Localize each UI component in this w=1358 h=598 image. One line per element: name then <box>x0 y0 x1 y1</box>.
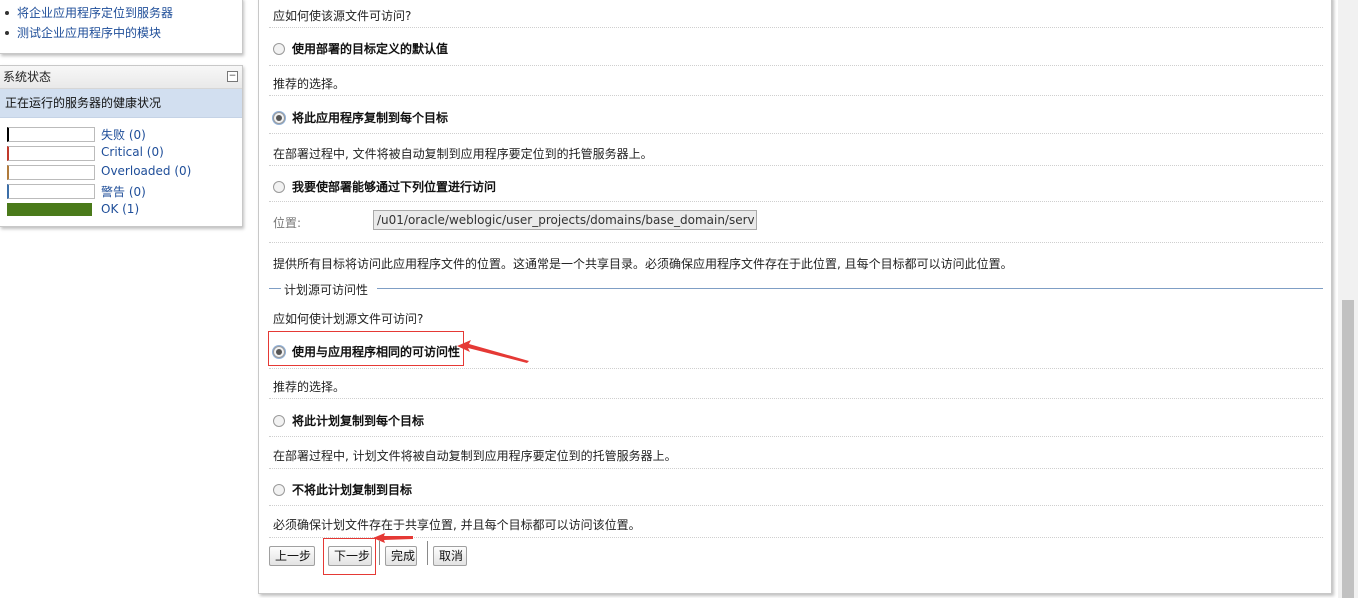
radio-default[interactable] <box>273 42 285 55</box>
divider <box>269 468 1323 469</box>
health-bar <box>7 184 95 199</box>
option-no-copy-plan[interactable]: 不将此计划复制到目标 <box>273 481 1323 498</box>
system-status-title: 系统状态 <box>3 70 52 84</box>
system-status-panel: 系统状态 − 正在运行的服务器的健康状况 失败 (0) Critical (0)… <box>0 65 243 227</box>
radio-copy-plan[interactable] <box>273 414 285 427</box>
link-target-servers[interactable]: 将企业应用程序定位到服务器 <box>17 6 173 20</box>
divider <box>269 436 1323 437</box>
divider <box>269 165 1323 166</box>
location-label: 位置: <box>273 216 302 230</box>
health-list: 失败 (0) Critical (0) Overloaded (0) 警告 (0… <box>0 118 242 219</box>
divider <box>269 505 1323 506</box>
divider <box>269 368 1323 369</box>
bullet-icon <box>5 30 9 35</box>
health-link-ok[interactable]: OK (1) <box>101 202 139 216</box>
plan-question: 应如何使计划源文件可访问? <box>273 312 424 326</box>
divider <box>269 242 1323 243</box>
plan-section-title: 计划源可访问性 <box>284 283 369 297</box>
divider <box>269 133 1323 134</box>
divider <box>269 398 1323 399</box>
source-recommended-note: 推荐的选择。 <box>273 77 346 91</box>
health-bar <box>7 127 95 142</box>
health-subtitle: 正在运行的服务器的健康状况 <box>0 89 242 118</box>
health-bar-fill <box>7 203 92 216</box>
option-no-copy-plan-label: 不将此计划复制到目标 <box>292 483 413 497</box>
deployment-options-panel: 应如何使该源文件可访问? 使用部署的目标定义的默认值 推荐的选择。 将此应用程序… <box>258 0 1332 594</box>
location-input[interactable] <box>373 210 757 230</box>
bullet-icon <box>5 10 9 15</box>
divider <box>269 65 1323 66</box>
option-copy-plan[interactable]: 将此计划复制到每个目标 <box>273 412 1323 429</box>
health-link-warning[interactable]: 警告 (0) <box>101 183 146 200</box>
finish-button[interactable]: 完成 <box>385 546 417 566</box>
radio-copy-app[interactable] <box>273 111 285 124</box>
no-copy-plan-description: 必须确保计划文件存在于共享位置, 并且每个目标都可以访问该位置。 <box>273 518 641 532</box>
related-tasks-panel: 将企业应用程序定位到服务器 测试企业应用程序中的模块 <box>0 0 243 54</box>
related-tasks-list: 将企业应用程序定位到服务器 测试企业应用程序中的模块 <box>0 0 242 43</box>
copy-plan-description: 在部署过程中, 计划文件将被自动复制到应用程序要定位到的托管服务器上。 <box>273 449 677 463</box>
system-status-header: 系统状态 − <box>0 66 242 89</box>
divider <box>269 537 1323 538</box>
option-copy-app-label: 将此应用程序复制到每个目标 <box>292 111 449 125</box>
scrollbar-thumb[interactable] <box>1342 300 1354 598</box>
cancel-button[interactable]: 取消 <box>433 546 467 566</box>
health-row-critical: Critical (0) <box>0 143 242 162</box>
radio-no-copy-plan[interactable] <box>273 483 285 496</box>
health-row-overloaded: Overloaded (0) <box>0 162 242 181</box>
divider <box>269 201 1323 202</box>
location-description: 提供所有目标将访问此应用程序文件的位置。这通常是一个共享目录。必须确保应用程序文… <box>273 257 1013 271</box>
annotation-arrow-icon <box>373 533 413 543</box>
highlight-box <box>323 538 376 575</box>
copy-app-description: 在部署过程中, 文件将被自动复制到应用程序要定位到的托管服务器上。 <box>273 147 653 161</box>
option-copy-plan-label: 将此计划复制到每个目标 <box>292 414 425 428</box>
list-item: 测试企业应用程序中的模块 <box>4 23 242 43</box>
plan-recommended-note: 推荐的选择。 <box>273 380 346 394</box>
option-location[interactable]: 我要使部署能够通过下列位置进行访问 <box>273 178 1323 195</box>
source-question: 应如何使该源文件可访问? <box>273 9 412 23</box>
legend-line <box>269 288 281 289</box>
annotation-arrow-icon <box>457 340 529 363</box>
link-test-modules[interactable]: 测试企业应用程序中的模块 <box>17 26 161 40</box>
back-button[interactable]: 上一步 <box>269 546 315 566</box>
divider <box>269 95 1323 96</box>
collapse-icon[interactable]: − <box>227 71 238 82</box>
legend-line <box>377 288 1323 289</box>
divider <box>269 27 1323 28</box>
vertical-scrollbar[interactable] <box>1338 0 1358 598</box>
plan-section-legend: 计划源可访问性 <box>269 281 1323 297</box>
health-link-failed[interactable]: 失败 (0) <box>101 126 146 143</box>
option-copy-app[interactable]: 将此应用程序复制到每个目标 <box>273 109 1323 126</box>
health-link-critical[interactable]: Critical (0) <box>101 145 164 159</box>
radio-location[interactable] <box>273 180 285 193</box>
option-location-label: 我要使部署能够通过下列位置进行访问 <box>292 180 497 194</box>
highlight-box <box>268 331 464 366</box>
health-row-ok: OK (1) <box>0 200 242 219</box>
button-separator <box>427 541 428 565</box>
list-item: 将企业应用程序定位到服务器 <box>4 3 242 23</box>
option-default[interactable]: 使用部署的目标定义的默认值 <box>273 40 1323 57</box>
health-bar <box>7 165 95 180</box>
option-default-label: 使用部署的目标定义的默认值 <box>292 42 449 56</box>
health-bar <box>7 146 95 161</box>
location-row: 位置: <box>273 210 1323 234</box>
health-row-warning: 警告 (0) <box>0 181 242 200</box>
health-row-failed: 失败 (0) <box>0 124 242 143</box>
health-link-overloaded[interactable]: Overloaded (0) <box>101 164 191 178</box>
button-separator <box>379 541 380 565</box>
